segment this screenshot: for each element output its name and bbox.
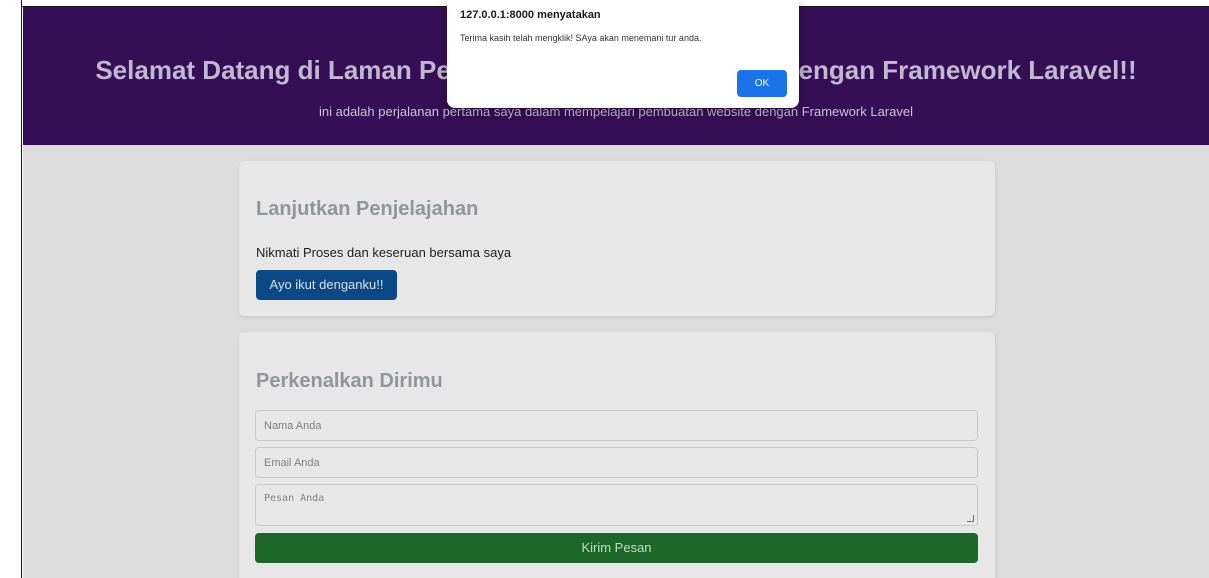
screen-frame-left <box>0 0 22 578</box>
alert-message: Terima kasih telah mengklik! SAya akan m… <box>460 33 702 43</box>
alert-dialog: 127.0.0.1:8000 menyatakan Terima kasih t… <box>447 0 799 108</box>
alert-ok-button[interactable]: OK <box>737 70 787 97</box>
alert-title: 127.0.0.1:8000 menyatakan <box>460 9 601 21</box>
